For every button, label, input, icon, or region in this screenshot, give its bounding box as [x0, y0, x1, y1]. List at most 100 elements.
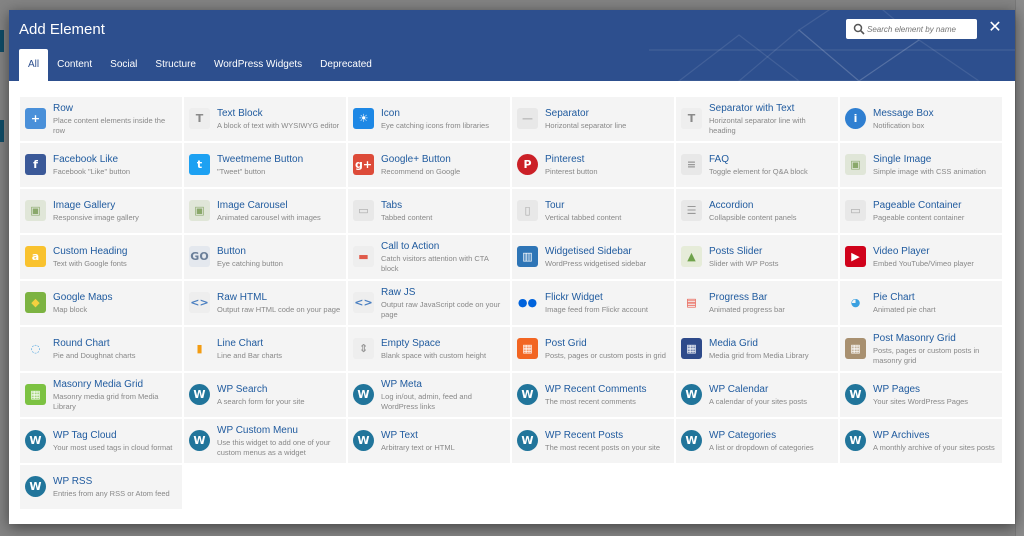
- element-name: WP Search: [217, 383, 268, 395]
- element-name: Google+ Button: [381, 153, 451, 165]
- twitter-icon: t: [189, 154, 210, 175]
- element-raw-js[interactable]: <> Raw JS Output raw JavaScript code on yo…: [348, 281, 510, 325]
- element-round-chart[interactable]: ◌ Round Chart Pie and Doughnat charts: [20, 327, 182, 371]
- element-name: WP Categories: [709, 429, 777, 441]
- element-pageable-container[interactable]: ▭ Pageable Container Pageable content cont…: [840, 189, 1002, 233]
- element-name: Single Image: [873, 153, 932, 165]
- element-posts-slider[interactable]: ▲ Posts Slider Slider with WP Posts: [676, 235, 838, 279]
- element-name: Message Box: [873, 107, 934, 119]
- element-name: Google Maps: [53, 291, 113, 303]
- element-tweetmeme-button[interactable]: t Tweetmeme Button "Tweet" button: [184, 143, 346, 187]
- element-text-block[interactable]: T Text Block A block of text with WYSIWYG …: [184, 97, 346, 141]
- element-google-maps[interactable]: ◆ Google Maps Map block: [20, 281, 182, 325]
- element-description: Vertical tabbed content: [545, 212, 622, 222]
- element-single-image[interactable]: ▣ Single Image Simple image with CSS anima…: [840, 143, 1002, 187]
- element-button[interactable]: GO Button Eye catching button: [184, 235, 346, 279]
- masonry-grid-icon: ▦: [845, 338, 866, 359]
- facebook-icon: f: [25, 154, 46, 175]
- search-box[interactable]: [846, 19, 977, 39]
- element-raw-html[interactable]: <> Raw HTML Output raw HTML code on your p…: [184, 281, 346, 325]
- element-line-chart[interactable]: ▮ Line Chart Line and Bar charts: [184, 327, 346, 371]
- element-flickr-widget[interactable]: ●● Flickr Widget Image feed from Flickr ac…: [512, 281, 674, 325]
- element-description: Animated progress bar: [709, 304, 785, 314]
- element-call-to-action[interactable]: ▬ Call to Action Catch visitors attention …: [348, 235, 510, 279]
- element-description: "Tweet" button: [217, 166, 266, 176]
- element-empty-space[interactable]: ⇕ Empty Space Blank space with custom heig…: [348, 327, 510, 371]
- element-description: Blank space with custom height: [381, 350, 487, 360]
- search-input[interactable]: [867, 21, 973, 37]
- element-tour[interactable]: ▯ Tour Vertical tabbed content: [512, 189, 674, 233]
- element-video-player[interactable]: ▶ Video Player Embed YouTube/Vimeo player: [840, 235, 1002, 279]
- element-name: Flickr Widget: [545, 291, 603, 303]
- wordpress-icon: W: [353, 430, 374, 451]
- element-name: Masonry Media Grid: [53, 378, 144, 390]
- element-pinterest[interactable]: P Pinterest Pinterest button: [512, 143, 674, 187]
- element-separator[interactable]: — Separator Horizontal separator line: [512, 97, 674, 141]
- close-icon[interactable]: ✕: [987, 19, 1003, 37]
- element-wp-tag-cloud[interactable]: W WP Tag Cloud Your most used tags in clou…: [20, 419, 182, 463]
- modal-header: Add Element ✕ AllContentSocialStructureW…: [9, 10, 1015, 81]
- element-masonry-media-grid[interactable]: ▦ Masonry Media Grid Masonry media grid fr…: [20, 373, 182, 417]
- element-tabs[interactable]: ▭ Tabs Tabbed content: [348, 189, 510, 233]
- map-icon: ◆: [25, 292, 46, 313]
- tab-wordpress-widgets[interactable]: WordPress Widgets: [205, 49, 311, 81]
- element-wp-pages[interactable]: W WP Pages Your sites WordPress Pages: [840, 373, 1002, 417]
- element-name: Empty Space: [381, 337, 441, 349]
- element-wp-rss[interactable]: W WP RSS Entries from any RSS or Atom feed: [20, 465, 182, 509]
- element-wp-text[interactable]: W WP Text Arbitrary text or HTML: [348, 419, 510, 463]
- element-description: Notification box: [873, 120, 925, 130]
- element-wp-search[interactable]: W WP Search A search form for your site: [184, 373, 346, 417]
- modal-title: Add Element: [19, 21, 105, 38]
- element-wp-recent-posts[interactable]: W WP Recent Posts The most recent posts on…: [512, 419, 674, 463]
- element-image-gallery[interactable]: ▣ Image Gallery Responsive image gallery: [20, 189, 182, 233]
- media-grid-icon: ▦: [681, 338, 702, 359]
- element-widgetised-sidebar[interactable]: ▥ Widgetised Sidebar WordPress widgetised …: [512, 235, 674, 279]
- element-post-masonry-grid[interactable]: ▦ Post Masonry Grid Posts, pages or custom…: [840, 327, 1002, 371]
- element-name: FAQ: [709, 153, 730, 165]
- element-wp-meta[interactable]: W WP Meta Log in/out, admin, feed and Word…: [348, 373, 510, 417]
- element-icon[interactable]: ☀ Icon Eye catching icons from libraries: [348, 97, 510, 141]
- element-description: A search form for your site: [217, 396, 305, 406]
- pageable-icon: ▭: [845, 200, 866, 221]
- element-google-button[interactable]: g+ Google+ Button Recommend on Google: [348, 143, 510, 187]
- element-name: Widgetised Sidebar: [545, 245, 632, 257]
- tab-all[interactable]: All: [19, 49, 49, 81]
- element-description: The most recent posts on your site: [545, 442, 661, 452]
- video-icon: ▶: [845, 246, 866, 267]
- element-wp-categories[interactable]: W WP Categories A list or dropdown of cate…: [676, 419, 838, 463]
- tab-content[interactable]: Content: [48, 49, 101, 81]
- element-wp-recent-comments[interactable]: W WP Recent Comments The most recent comme…: [512, 373, 674, 417]
- element-name: Media Grid: [709, 337, 758, 349]
- element-description: Collapsible content panels: [709, 212, 797, 222]
- element-description: Arbitrary text or HTML: [381, 442, 455, 452]
- tab-deprecated[interactable]: Deprecated: [311, 49, 381, 81]
- element-image-carousel[interactable]: ▣ Image Carousel Animated carousel with im…: [184, 189, 346, 233]
- element-description: Line and Bar charts: [217, 350, 283, 360]
- element-description: Masonry media grid from Media Library: [53, 391, 159, 411]
- element-pie-chart[interactable]: ◕ Pie Chart Animated pie chart: [840, 281, 1002, 325]
- element-wp-custom-menu[interactable]: W WP Custom Menu Use this widget to add on…: [184, 419, 346, 463]
- tab-social[interactable]: Social: [101, 49, 146, 81]
- element-wp-calendar[interactable]: W WP Calendar A calendar of your sites pos…: [676, 373, 838, 417]
- element-name: Separator with Text: [709, 102, 795, 114]
- masonry-media-icon: ▦: [25, 384, 46, 405]
- element-facebook-like[interactable]: f Facebook Like Facebook "Like" button: [20, 143, 182, 187]
- tab-structure[interactable]: Structure: [146, 49, 205, 81]
- element-faq[interactable]: ≡ FAQ Toggle element for Q&A block: [676, 143, 838, 187]
- element-description: Horizontal separator line: [545, 120, 627, 130]
- element-description: Posts, pages or custom posts in grid: [545, 350, 666, 360]
- element-progress-bar[interactable]: ▤ Progress Bar Animated progress bar: [676, 281, 838, 325]
- element-post-grid[interactable]: ▦ Post Grid Posts, pages or custom posts i…: [512, 327, 674, 371]
- element-wp-archives[interactable]: W WP Archives A monthly archive of your si…: [840, 419, 1002, 463]
- wordpress-icon: W: [517, 430, 538, 451]
- element-accordion[interactable]: ☰ Accordion Collapsible content panels: [676, 189, 838, 233]
- wordpress-icon: W: [189, 384, 210, 405]
- element-media-grid[interactable]: ▦ Media Grid Media grid from Media Library: [676, 327, 838, 371]
- element-row[interactable]: + Row Place content elements inside the ro…: [20, 97, 182, 141]
- element-name: Tour: [545, 199, 565, 211]
- element-message-box[interactable]: i Message Box Notification box: [840, 97, 1002, 141]
- element-custom-heading[interactable]: a Custom Heading Text with Google fonts: [20, 235, 182, 279]
- element-separator-with-text[interactable]: T Separator with Text Horizontal separator…: [676, 97, 838, 141]
- element-name: WP Pages: [873, 383, 921, 395]
- wordpress-icon: W: [353, 384, 374, 405]
